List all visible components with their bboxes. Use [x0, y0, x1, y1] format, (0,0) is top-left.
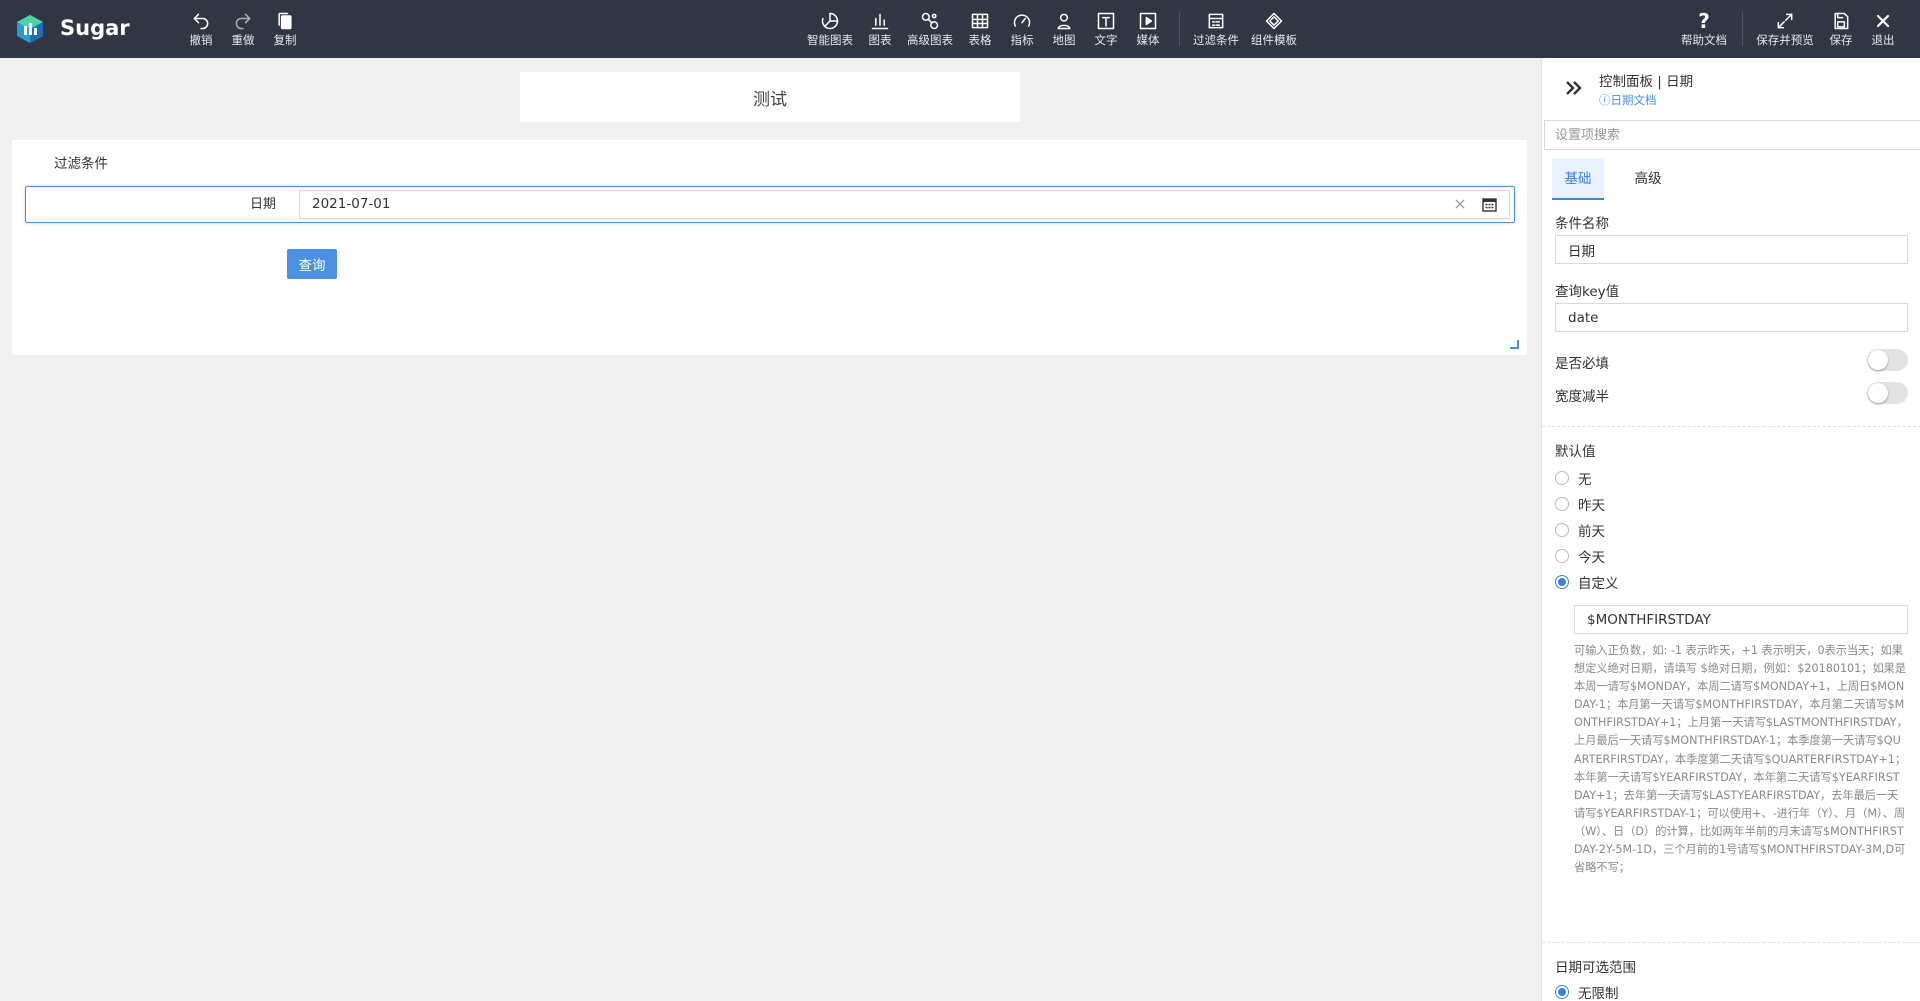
control-panel: 控制面板 | 日期 ⓘ日期文档 基础 高级 条件名称 查询key值 是否必填 宽…	[1541, 58, 1920, 1001]
collapse-panel-icon[interactable]	[1562, 76, 1586, 100]
media-icon	[1138, 10, 1158, 32]
calendar-icon[interactable]	[1482, 197, 1497, 212]
filter-component[interactable]: 过滤条件 日期 2021-07-01 查询	[12, 140, 1527, 355]
range-option-unlimited[interactable]: 无限制	[1555, 982, 1619, 1001]
redo-button[interactable]: 重做	[229, 10, 257, 52]
date-filter-row[interactable]: 日期 2021-07-01	[25, 186, 1515, 223]
condition-name-label: 条件名称	[1555, 216, 1609, 232]
bar-chart-icon	[870, 10, 890, 32]
query-key-input[interactable]	[1555, 303, 1908, 332]
toggle-knob	[1868, 350, 1888, 370]
map-button[interactable]: 地图	[1050, 10, 1078, 52]
settings-search-input[interactable]	[1544, 120, 1920, 150]
smart-chart-button[interactable]: 智能图表	[804, 10, 856, 52]
tab-advanced[interactable]: 高级	[1622, 158, 1674, 200]
section-divider	[1542, 426, 1920, 427]
default-value-label: 默认值	[1555, 444, 1596, 460]
text-button[interactable]: 文字	[1092, 10, 1120, 52]
resize-handle[interactable]	[1510, 340, 1519, 349]
radio-icon	[1555, 523, 1569, 537]
metric-button[interactable]: 指标	[1008, 10, 1036, 52]
custom-default-input[interactable]	[1574, 605, 1908, 634]
save-icon	[1831, 10, 1851, 32]
copy-button[interactable]: 复制	[271, 10, 299, 52]
close-icon	[1873, 10, 1893, 32]
tab-basic[interactable]: 基础	[1552, 158, 1604, 200]
component-template-icon	[1264, 10, 1284, 32]
smart-chart-icon	[820, 10, 840, 32]
half-width-label: 宽度减半	[1555, 389, 1609, 405]
undo-icon	[191, 10, 211, 32]
panel-title: 控制面板 | 日期	[1599, 74, 1694, 90]
advanced-chart-icon	[920, 10, 940, 32]
query-button[interactable]: 查询	[287, 249, 337, 279]
condition-name-input[interactable]	[1555, 235, 1908, 264]
question-icon: ?	[1698, 9, 1710, 33]
table-icon	[970, 10, 990, 32]
redo-icon	[233, 10, 253, 32]
custom-default-help: 可输入正负数，如: -1 表示昨天，+1 表示明天，0表示当天；如果想定义绝对日…	[1574, 644, 1908, 875]
filter-button[interactable]: 过滤条件	[1190, 10, 1242, 52]
save-preview-button[interactable]: 保存并预览	[1754, 10, 1816, 52]
undo-button[interactable]: 撤销	[187, 10, 215, 52]
top-toolbar: Sugar 撤销 重做 复制 智能图表 图表 高级图表 表格 指标 地图 文字	[0, 0, 1920, 58]
date-picker-input[interactable]: 2021-07-01	[299, 190, 1510, 219]
section-divider	[1542, 942, 1920, 943]
table-button[interactable]: 表格	[966, 10, 994, 52]
media-button[interactable]: 媒体	[1134, 10, 1162, 52]
app-name: Sugar	[60, 16, 130, 40]
radio-checked-icon	[1555, 985, 1569, 999]
sugar-logo-icon	[17, 15, 43, 43]
toolbar-divider	[1179, 12, 1180, 46]
map-pin-icon	[1054, 10, 1074, 32]
expand-icon	[1775, 10, 1795, 32]
gauge-icon	[1012, 10, 1032, 32]
dashboard-title[interactable]: 测试	[520, 72, 1020, 122]
default-option-yesterday[interactable]: 昨天	[1555, 494, 1605, 514]
default-option-none[interactable]: 无	[1555, 468, 1592, 488]
help-button[interactable]: ? 帮助文档	[1678, 9, 1730, 52]
date-range-label: 日期可选范围	[1555, 960, 1636, 976]
required-toggle[interactable]	[1867, 349, 1908, 371]
filter-title: 过滤条件	[54, 156, 108, 172]
save-button[interactable]: 保存	[1827, 10, 1855, 52]
default-option-day-before[interactable]: 前天	[1555, 520, 1605, 540]
half-width-toggle[interactable]	[1867, 382, 1908, 404]
exit-button[interactable]: 退出	[1869, 10, 1897, 52]
toolbar-divider	[1742, 12, 1743, 46]
filter-form-icon	[1206, 10, 1226, 32]
advanced-chart-button[interactable]: 高级图表	[904, 10, 956, 52]
radio-icon	[1555, 549, 1569, 563]
radio-icon	[1555, 471, 1569, 485]
default-option-today[interactable]: 今天	[1555, 546, 1605, 566]
date-doc-link[interactable]: ⓘ日期文档	[1599, 92, 1657, 108]
date-value: 2021-07-01	[312, 196, 391, 212]
chart-button[interactable]: 图表	[866, 10, 894, 52]
copy-icon	[275, 10, 295, 32]
toggle-knob	[1868, 383, 1888, 403]
default-option-custom[interactable]: 自定义	[1555, 572, 1619, 592]
radio-icon	[1555, 497, 1569, 511]
template-button[interactable]: 组件模板	[1248, 10, 1300, 52]
query-key-label: 查询key值	[1555, 284, 1620, 300]
required-label: 是否必填	[1555, 356, 1609, 372]
text-icon	[1096, 10, 1116, 32]
radio-checked-icon	[1555, 575, 1569, 589]
date-filter-label: 日期	[249, 197, 276, 212]
clear-icon[interactable]	[1453, 197, 1467, 211]
panel-tabs: 基础 高级	[1552, 158, 1674, 200]
